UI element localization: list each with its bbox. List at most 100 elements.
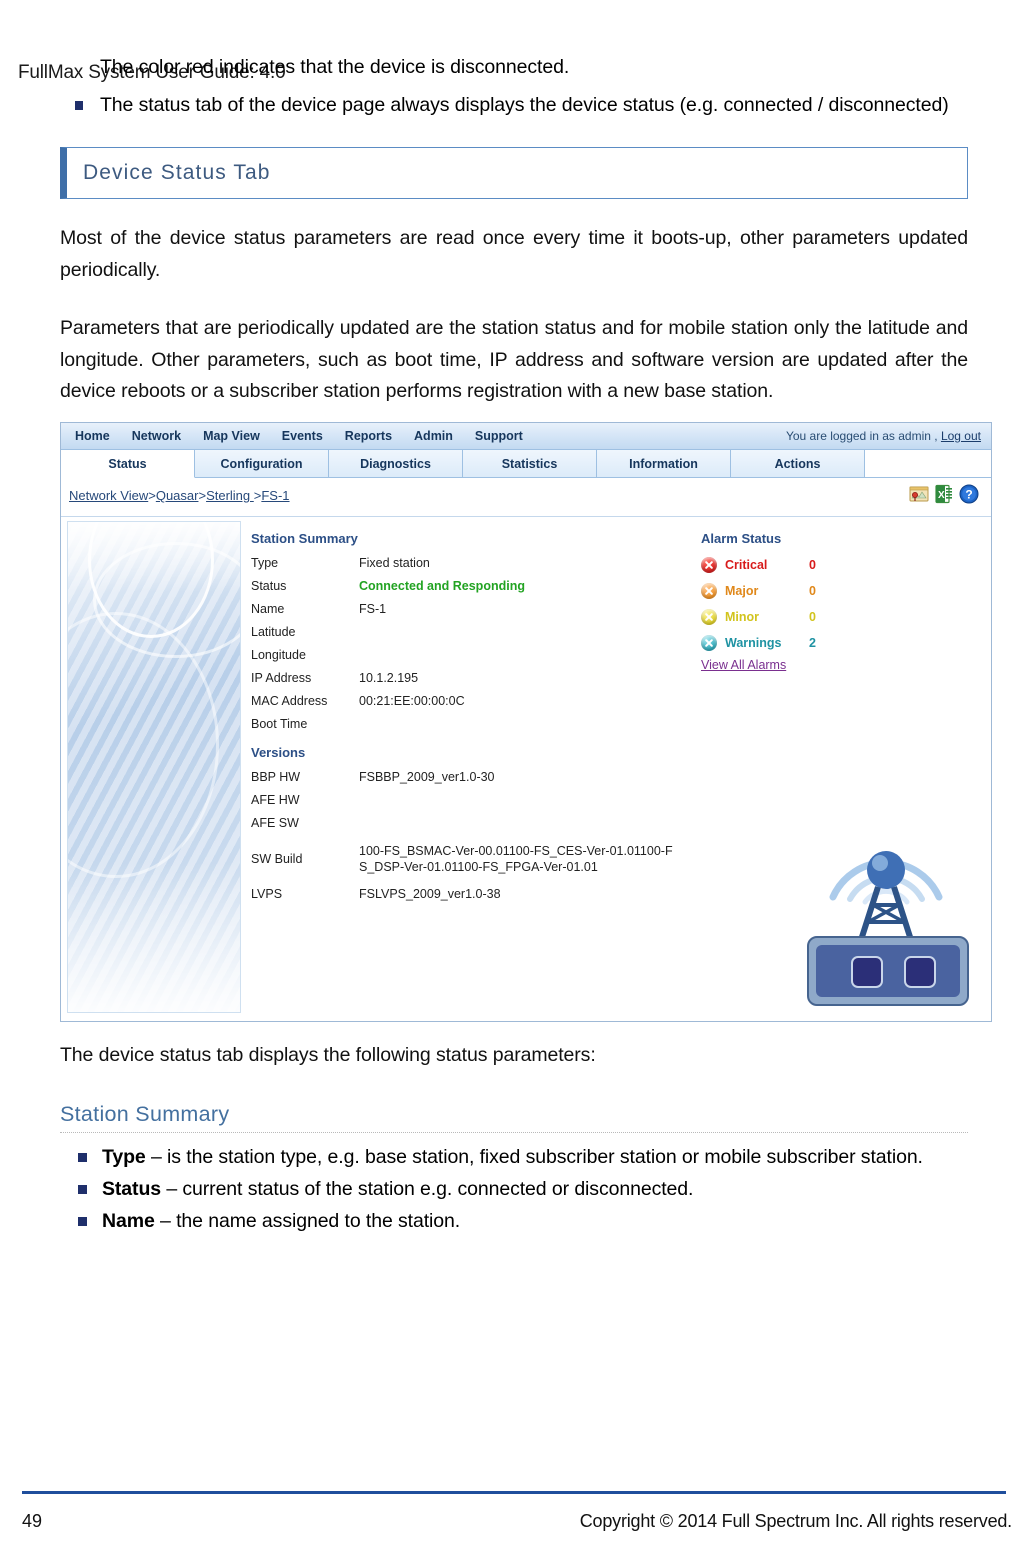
alarm-minor-icon [701, 609, 717, 626]
app-main-nav: Home Network Map View Events Reports Adm… [61, 423, 991, 451]
nav-item-network[interactable]: Network [121, 429, 192, 443]
map-pin-icon[interactable] [909, 484, 929, 509]
alarm-status-title: Alarm Status [701, 531, 782, 547]
versions-value: 100-FS_BSMAC-Ver-00.01100-FS_CES-Ver-01.… [359, 844, 673, 875]
logout-link[interactable]: Log out [941, 429, 981, 443]
subsection-title: Station Summary [60, 1101, 230, 1126]
definition-desc-type: – is the station type, e.g. base station… [145, 1145, 923, 1168]
nav-item-map-view[interactable]: Map View [192, 429, 271, 443]
svg-text:X: X [938, 490, 945, 501]
svg-text:?: ? [965, 488, 972, 502]
alarm-warning-icon [701, 635, 717, 652]
versions-title: Versions [251, 745, 306, 761]
embedded-app-screenshot: Home Network Map View Events Reports Adm… [60, 422, 992, 1023]
tab-actions[interactable]: Actions [731, 450, 865, 478]
nav-item-home[interactable]: Home [61, 429, 121, 443]
summary-value [359, 713, 671, 736]
versions-label: AFE HW [251, 793, 300, 808]
decorative-haze [68, 522, 240, 593]
breadcrumb-separator-0: > [148, 488, 156, 504]
nav-item-admin[interactable]: Admin [403, 429, 464, 443]
document-page: FullMax System User Guide: 4.0 The color… [0, 52, 1028, 1546]
summary-label: Status [251, 579, 287, 594]
alarm-count: 0 [809, 610, 816, 625]
square-bullet-icon [75, 100, 83, 110]
app-tab-bar: Status Configuration Diagnostics Statist… [61, 450, 991, 479]
summary-label: Name [251, 602, 285, 617]
decorative-haze [68, 862, 240, 1013]
excel-export-icon[interactable]: X [934, 484, 954, 509]
alarm-row-major: Major 0 [701, 578, 881, 604]
tab-information[interactable]: Information [597, 450, 731, 478]
alarm-count: 2 [809, 636, 816, 651]
breadcrumb-separator-1: > [198, 488, 207, 504]
versions-label: LVPS [251, 887, 283, 902]
paragraph-1: Most of the device status parameters are… [60, 227, 968, 281]
view-all-alarms-link[interactable]: View All Alarms [701, 658, 786, 672]
summary-row-boot-time: Boot Time [251, 713, 671, 736]
alarm-label: Critical [725, 558, 768, 573]
alarm-major-icon [701, 583, 717, 600]
versions-value [359, 812, 681, 835]
tab-bar-filler [865, 450, 991, 478]
versions-row-sw-build: SW Build 100-FS_BSMAC-Ver-00.01100-FS_CE… [251, 839, 681, 879]
square-bullet-icon [78, 1184, 87, 1194]
summary-row-type: Type Fixed station [251, 552, 671, 575]
versions-value: FSLVPS_2009_ver1.0-38 [359, 887, 501, 902]
alarm-label: Major [725, 584, 759, 599]
subsection-heading: Station Summary [60, 1102, 968, 1133]
summary-row-mac-address: MAC Address 00:21:EE:00:00:0C [251, 690, 671, 713]
alarm-critical-icon [701, 557, 717, 574]
radio-tower-icon [795, 807, 977, 1017]
login-status: You are logged in as admin , Log out [786, 429, 981, 443]
breadcrumb: Network View>Quasar>Sterling >FS-1 [69, 488, 290, 503]
summary-label: Type [251, 556, 279, 571]
breadcrumb-row: Network View>Quasar>Sterling >FS-1 X ? [61, 478, 991, 518]
login-status-text: You are logged in as admin , [785, 429, 938, 444]
versions-label: AFE SW [251, 816, 299, 831]
alarm-row-minor: Minor 0 [701, 604, 881, 630]
alarm-label: Minor [725, 610, 760, 625]
square-bullet-icon [78, 1217, 87, 1227]
versions-value: FSBBP_2009_ver1.0-30 [359, 770, 495, 785]
tab-configuration[interactable]: Configuration [195, 450, 329, 478]
summary-label: IP Address [251, 671, 312, 686]
paragraph-3: The device status tab displays the follo… [60, 1044, 596, 1067]
list-item: Status – current status of the station e… [60, 1175, 968, 1204]
versions-row-afe-sw: AFE SW [251, 812, 681, 835]
tab-diagnostics[interactable]: Diagnostics [329, 450, 463, 478]
summary-value: 10.1.2.195 [359, 671, 419, 686]
definition-desc-status: – current status of the station e.g. con… [161, 1177, 694, 1200]
alarm-row-warnings: Warnings 2 [701, 630, 881, 656]
definition-desc-name: – the name assigned to the station. [154, 1210, 461, 1233]
station-summary-title: Station Summary [251, 531, 358, 547]
tab-status[interactable]: Status [61, 450, 195, 479]
versions-row-afe-hw: AFE HW [251, 789, 681, 812]
decorative-network-photo [67, 521, 241, 1014]
summary-value [359, 644, 671, 667]
summary-row-name: Name FS-1 [251, 598, 671, 621]
summary-value: Fixed station [359, 556, 430, 571]
definition-term-status: Status [102, 1177, 161, 1200]
summary-row-latitude: Latitude [251, 621, 671, 644]
page-number: 49 [22, 1511, 43, 1531]
definition-term-type: Type [102, 1145, 146, 1168]
versions-value [359, 789, 681, 812]
nav-item-reports[interactable]: Reports [334, 429, 403, 443]
nav-item-support[interactable]: Support [464, 429, 534, 443]
summary-label: Latitude [251, 625, 296, 640]
list-item: Type – is the station type, e.g. base st… [60, 1143, 968, 1172]
nav-item-events[interactable]: Events [271, 429, 334, 443]
summary-value: FS-1 [359, 602, 387, 617]
breadcrumb-link-quasar[interactable]: Quasar [156, 488, 199, 503]
list-item: The status tab of the device page always… [60, 90, 968, 122]
help-icon[interactable]: ? [959, 484, 979, 509]
section-heading-box: Device Status Tab [60, 147, 968, 200]
alarm-status-panel: Alarm Status Critical 0 Major 0 Minor 0 [701, 531, 881, 674]
tab-statistics[interactable]: Statistics [463, 450, 597, 478]
page-title: Device Status Tab [83, 161, 271, 185]
breadcrumb-link-network-view[interactable]: Network View [69, 488, 148, 503]
summary-row-status: Status Connected and Responding [251, 575, 671, 598]
breadcrumb-link-fs-1[interactable]: FS-1 [261, 488, 289, 503]
breadcrumb-link-sterling[interactable]: Sterling [206, 488, 254, 503]
